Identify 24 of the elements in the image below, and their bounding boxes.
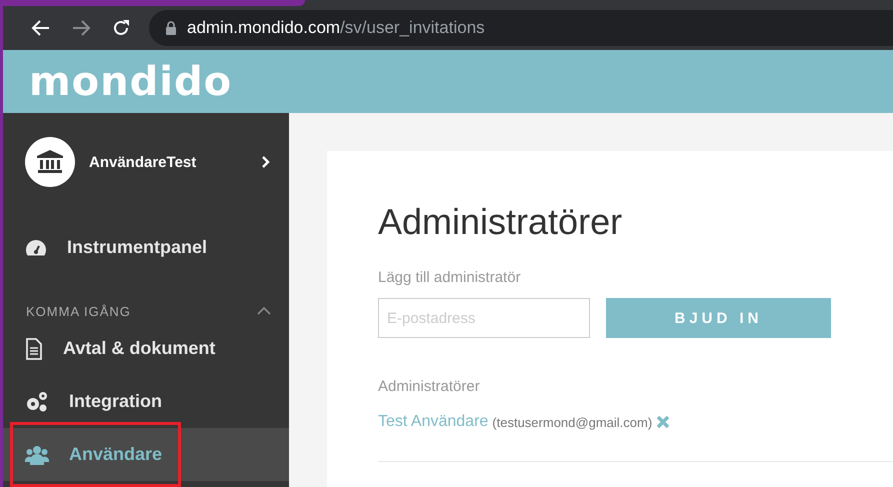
url-path: /sv/user_invitations [340, 18, 485, 38]
chevron-right-icon[interactable] [261, 155, 271, 169]
page-title: Administratörer [378, 201, 624, 243]
caret-up-icon[interactable] [257, 307, 271, 315]
sidebar-item[interactable]: Integration [3, 375, 289, 428]
sidebar-item[interactable]: Användare [3, 428, 289, 481]
reload-icon [111, 18, 131, 38]
sidebar-item[interactable]: Avtal & dokument [3, 322, 289, 375]
field-label: Lägg till administratör [378, 269, 522, 286]
address-bar[interactable]: admin.mondido.com/sv/user_invitations [149, 10, 893, 46]
users-icon [25, 444, 49, 464]
url-host: admin.mondido.com [187, 18, 340, 38]
list-title: Administratörer [378, 378, 481, 395]
section-title: KOMMA IGÅNG [26, 304, 131, 318]
account-name[interactable]: AnvändareTest [89, 154, 261, 170]
back-arrow-icon [31, 19, 51, 37]
forward-arrow-icon [71, 19, 91, 37]
gauge-icon [25, 238, 47, 258]
lock-icon [165, 21, 177, 35]
document-icon [25, 338, 43, 360]
sidebar-item[interactable]: Instrumentpanel [3, 221, 289, 274]
bank-icon [37, 150, 63, 174]
admin-email: (testusermond@gmail.com) [492, 414, 652, 430]
logo: mondido [29, 62, 232, 102]
